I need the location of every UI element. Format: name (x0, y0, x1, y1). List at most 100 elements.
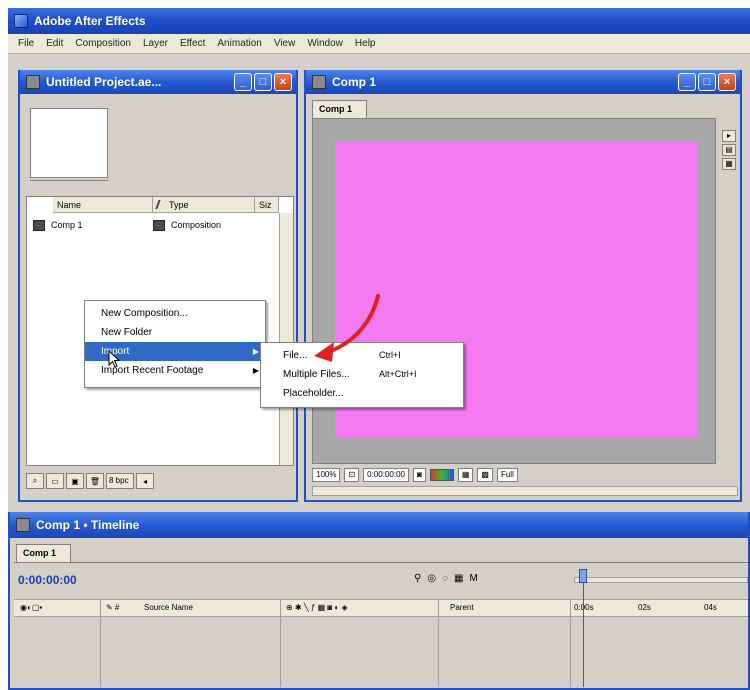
menu-edit[interactable]: Edit (40, 38, 69, 49)
safe-zones-icon[interactable]: ⊡ (344, 468, 360, 482)
new-composition-icon[interactable]: ▣ (66, 473, 84, 489)
ruler-label-2: 02s (638, 603, 651, 612)
trash-icon[interactable]: 🗑 (86, 473, 104, 489)
project-item-type: Composition (171, 220, 222, 230)
column-type-label: Type (169, 200, 189, 210)
maximize-button[interactable]: □ (254, 73, 272, 91)
menu-view[interactable]: View (268, 38, 302, 49)
menu-effect[interactable]: Effect (174, 38, 211, 49)
annotation-arrow-icon (314, 294, 380, 362)
menu-window[interactable]: Window (301, 38, 349, 49)
viewer-option-icon[interactable]: ▤ (722, 144, 736, 156)
submenu-arrow-icon: ▶ (252, 347, 259, 356)
close-button[interactable]: × (274, 73, 292, 91)
minimize-button[interactable]: _ (234, 73, 252, 91)
column-name[interactable]: Name (53, 197, 153, 213)
menu-animation[interactable]: Animation (211, 38, 267, 49)
composition-toolbar: 100% ⊡ 0:00:00:00 ◙ ▦ ▩ Full (312, 466, 738, 484)
snapshot-icon[interactable]: ◙ (412, 468, 426, 482)
menu-composition[interactable]: Composition (69, 38, 137, 49)
composition-tab[interactable]: Comp 1 (312, 100, 368, 118)
bit-depth-button[interactable]: 8 bpc (106, 473, 134, 489)
column-divider (570, 599, 571, 687)
current-time-line (583, 583, 584, 687)
submenu-item-label: Placeholder... (283, 388, 344, 399)
transparency-grid-icon[interactable]: ▩ (477, 468, 493, 482)
timeline-column-header: ◉◐▢▪ ✎ # Source Name ⊕ ✱ ╲ ƒ ▦ ◙ ◐ ◈ Par… (14, 599, 748, 617)
zoom-select[interactable]: 100% (312, 468, 341, 482)
timeline-body: 0:00:00:00 ⚲ ◎ ◌ ▦ M ◉◐▢▪ ✎ # Source Nam… (14, 562, 748, 687)
context-menu: New Composition... New Folder Import ▶ Im… (84, 300, 266, 388)
project-panel-titlebar[interactable]: Untitled Project.ae... _ □ × (20, 70, 296, 94)
app-title: Adobe After Effects (34, 14, 146, 28)
region-of-interest-icon[interactable]: ▦ (457, 468, 474, 482)
frame-blending-icon[interactable]: ▦ (454, 573, 463, 584)
menu-layer[interactable]: Layer (137, 38, 174, 49)
composition-panel: Comp 1 _ □ × Comp 1 ▸ ▤ ▦ 100% ⊡ 0:00:00… (304, 70, 742, 502)
project-panel: Untitled Project.ae... _ □ × Name Type S… (18, 70, 298, 502)
minimize-button[interactable]: _ (678, 73, 696, 91)
motion-blur-icon[interactable]: M (469, 573, 477, 584)
label-color-icon (155, 200, 167, 209)
project-item-type-cell: Composition (153, 217, 221, 233)
menu-help[interactable]: Help (349, 38, 382, 49)
draft-3d-icon[interactable]: ◎ (427, 573, 436, 584)
submenu-item-placeholder[interactable]: Placeholder... (261, 384, 463, 403)
after-effects-logo-icon (14, 14, 28, 28)
av-features-icon: ◉◐▢▪ (20, 603, 43, 612)
composition-title: Comp 1 (332, 75, 377, 89)
menu-item-label: New Folder (101, 327, 153, 338)
project-list-scrollbar[interactable] (279, 213, 293, 465)
timeline-panel: Comp 1 • Timeline Comp 1 0:00:00:00 ⚲ ◎ … (8, 512, 750, 690)
source-name-column[interactable]: Source Name (144, 600, 193, 616)
scroll-left-icon[interactable]: ◂ (136, 473, 154, 489)
project-item-row[interactable]: Comp 1 (33, 217, 83, 233)
composition-icon (33, 220, 45, 232)
submenu-item-label: Multiple Files... (283, 369, 350, 380)
time-ruler[interactable] (574, 577, 748, 583)
project-icon (26, 75, 40, 89)
project-item-name: Comp 1 (51, 220, 83, 230)
menu-file[interactable]: File (12, 38, 40, 49)
resolution-select[interactable]: Full (496, 468, 518, 482)
viewer-side-buttons: ▸ ▤ ▦ (722, 130, 736, 170)
current-time[interactable]: 0:00:00:00 (363, 468, 409, 482)
menu-item-new-composition[interactable]: New Composition... (85, 304, 265, 323)
viewer-grid-icon[interactable]: ▦ (722, 158, 736, 170)
column-divider (100, 599, 101, 687)
composition-panel-titlebar[interactable]: Comp 1 _ □ × (306, 70, 740, 94)
timeline-title: Comp 1 • Timeline (36, 518, 140, 532)
composition-horizontal-scrollbar[interactable] (312, 486, 738, 496)
composition-type-icon (153, 220, 165, 232)
submenu-arrow-icon: ▶ (252, 366, 259, 375)
timeline-switches: ⚲ ◎ ◌ ▦ M (414, 573, 478, 584)
label-column-icon: ✎ # (106, 603, 120, 612)
project-thumbnail (30, 108, 108, 178)
current-time-indicator[interactable] (579, 569, 587, 583)
menu-bar: File Edit Composition Layer Effect Anima… (8, 34, 750, 54)
menu-item-new-folder[interactable]: New Folder (85, 323, 265, 342)
menu-item-label: New Composition... (101, 308, 188, 319)
timeline-panel-titlebar[interactable]: Comp 1 • Timeline (10, 512, 748, 538)
find-icon[interactable]: ⌕ (26, 473, 44, 489)
new-folder-icon[interactable]: ▭ (46, 473, 64, 489)
timeline-current-time[interactable]: 0:00:00:00 (18, 573, 77, 587)
search-icon[interactable]: ⚲ (414, 573, 421, 584)
mouse-cursor-icon (108, 350, 120, 368)
column-type[interactable]: Type (153, 197, 255, 213)
column-divider (280, 599, 281, 687)
switches-column-icon: ⊕ ✱ ╲ ƒ ▦ ◙ ◐ ◈ (286, 603, 348, 612)
hide-shy-layers-icon[interactable]: ◌ (442, 573, 448, 584)
thumbnail-divider (30, 180, 108, 181)
color-channels-icon[interactable] (429, 469, 454, 481)
project-bottom-toolbar: ⌕ ▭ ▣ 🗑 8 bpc ◂ (26, 472, 294, 490)
timeline-tab[interactable]: Comp 1 (16, 544, 72, 562)
close-button[interactable]: × (718, 73, 736, 91)
column-size[interactable]: Siz (255, 197, 279, 213)
composition-window-icon (312, 75, 326, 89)
parent-column[interactable]: Parent (450, 600, 474, 616)
panel-menu-arrow-icon[interactable]: ▸ (722, 130, 736, 142)
maximize-button[interactable]: □ (698, 73, 716, 91)
timeline-tab-label: Comp 1 (23, 548, 57, 558)
app-titlebar: Adobe After Effects (8, 8, 750, 34)
